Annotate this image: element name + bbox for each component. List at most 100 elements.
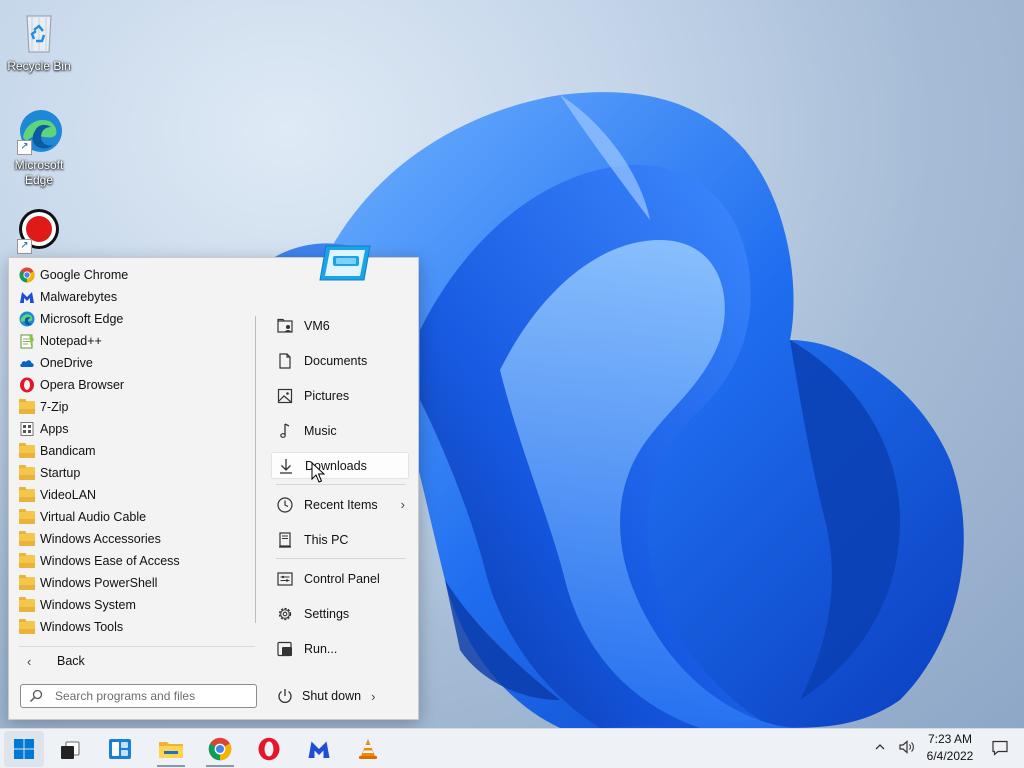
malwarebytes-button[interactable]	[299, 731, 339, 767]
widgets-button[interactable]	[100, 731, 140, 767]
program-item[interactable]: Microsoft Edge	[15, 308, 255, 330]
apps-icon	[19, 421, 35, 437]
edge-icon: ↗	[15, 107, 63, 155]
program-item[interactable]: Notepad++	[15, 330, 255, 352]
place-item-recent-items[interactable]: Recent Items ›	[271, 491, 409, 518]
place-label: Run...	[304, 641, 338, 656]
program-item[interactable]: Apps	[15, 418, 255, 440]
chrome-icon	[208, 737, 232, 761]
place-item-pictures[interactable]: Pictures	[271, 382, 409, 409]
place-item-music[interactable]: Music	[271, 417, 409, 444]
search-input[interactable]	[55, 689, 245, 703]
place-item-documents[interactable]: Documents	[271, 347, 409, 374]
settings-gear-icon	[276, 605, 294, 623]
desktop-icon-recycle-bin[interactable]: Recycle Bin	[1, 8, 77, 74]
program-folder-item[interactable]: Virtual Audio Cable	[15, 506, 255, 528]
program-label: Virtual Audio Cable	[40, 510, 147, 524]
desktop-icon-label: Microsoft Edge	[14, 158, 64, 187]
program-label: Windows Tools	[40, 620, 124, 634]
place-label: Recent Items	[304, 497, 378, 512]
taskbar	[0, 728, 1024, 768]
program-label: Microsoft Edge	[40, 312, 124, 326]
folder-icon	[19, 619, 35, 635]
start-button[interactable]	[4, 731, 44, 767]
back-button[interactable]: ‹ Back	[19, 649, 255, 673]
shut-down-button[interactable]: Shut down ›	[271, 682, 391, 710]
file-explorer-button[interactable]	[151, 731, 191, 767]
place-item-this-pc[interactable]: This PC	[271, 526, 409, 553]
divider	[276, 558, 406, 559]
program-label: VideoLAN	[40, 488, 97, 502]
malwarebytes-icon	[19, 289, 35, 305]
place-item-control-panel[interactable]: Control Panel	[271, 565, 409, 592]
program-item[interactable]: OneDrive	[15, 352, 255, 374]
chevron-right-icon: ›	[400, 497, 405, 512]
divider	[276, 484, 406, 485]
taskbar-clock[interactable]: 7:23 AM 6/4/2022	[920, 731, 980, 765]
program-folder-item[interactable]: Startup	[15, 462, 255, 484]
recycle-bin-icon	[15, 8, 63, 56]
program-label: Malwarebytes	[40, 290, 118, 304]
file-explorer-icon	[159, 742, 183, 758]
control-panel-icon	[276, 570, 294, 588]
desktop-icon-bandicam[interactable]: ↗	[1, 206, 77, 254]
clock-time: 7:23 AM	[927, 732, 973, 746]
program-folder-item[interactable]: Windows System	[15, 594, 255, 616]
program-label: Windows System	[40, 598, 136, 612]
program-item[interactable]: Malwarebytes	[15, 286, 255, 308]
program-label: OneDrive	[40, 356, 93, 370]
folder-icon	[19, 487, 35, 503]
chrome-button[interactable]	[200, 731, 240, 767]
desktop-icon-microsoft-edge[interactable]: ↗ Microsoft Edge	[1, 107, 77, 188]
volume-icon[interactable]	[898, 739, 916, 760]
program-label: Startup	[40, 466, 81, 480]
chevron-right-icon[interactable]: ›	[371, 689, 375, 704]
downloads-icon	[277, 457, 295, 475]
opera-icon	[258, 737, 280, 761]
place-item-user-folder[interactable]: VM6	[271, 312, 409, 339]
folder-icon	[19, 509, 35, 525]
search-box[interactable]	[20, 684, 257, 708]
task-view-button[interactable]	[50, 731, 90, 767]
search-icon	[29, 689, 43, 703]
place-item-settings[interactable]: Settings	[271, 600, 409, 627]
place-label: This PC	[304, 532, 349, 547]
program-label: Opera Browser	[40, 378, 125, 392]
program-label: Apps	[40, 422, 69, 436]
folder-icon	[19, 465, 35, 481]
desktop-icon-label: Recycle Bin	[7, 59, 71, 73]
vlc-button[interactable]	[348, 731, 388, 767]
program-label: Bandicam	[40, 444, 96, 458]
place-label: Pictures	[304, 388, 350, 403]
place-item-downloads[interactable]: Downloads	[271, 452, 409, 479]
task-view-icon	[61, 741, 80, 759]
back-label: Back	[57, 654, 85, 668]
program-folder-item[interactable]: 7-Zip	[15, 396, 255, 418]
program-item[interactable]: Google Chrome	[15, 264, 255, 286]
folder-icon	[19, 531, 35, 547]
clock-date: 6/4/2022	[926, 749, 974, 763]
chevron-up-icon[interactable]	[874, 741, 886, 756]
program-label: Notepad++	[40, 334, 102, 348]
program-item[interactable]: Opera Browser	[15, 374, 255, 396]
mouse-cursor-icon	[311, 462, 325, 483]
program-folder-item[interactable]: Windows Ease of Access	[15, 550, 255, 572]
divider	[19, 646, 255, 647]
program-folder-item[interactable]: Windows PowerShell	[15, 572, 255, 594]
program-folder-item[interactable]: Windows Tools	[15, 616, 255, 638]
edge-icon	[19, 311, 35, 327]
folder-icon	[19, 443, 35, 459]
folder-icon	[19, 399, 35, 415]
shortcut-arrow-icon: ↗	[17, 239, 32, 254]
notifications-icon[interactable]	[991, 739, 1009, 762]
opera-button[interactable]	[249, 731, 289, 767]
music-icon	[276, 422, 294, 440]
start-menu: Google Chrome Malwarebytes Microsoft Edg…	[8, 245, 419, 720]
program-folder-item[interactable]: VideoLAN	[15, 484, 255, 506]
program-folder-item[interactable]: Windows Accessories	[15, 528, 255, 550]
user-picture-icon[interactable]	[318, 244, 372, 282]
place-label: Settings	[304, 606, 350, 621]
place-item-run[interactable]: Run...	[271, 635, 409, 662]
program-folder-item[interactable]: Bandicam	[15, 440, 255, 462]
chrome-icon	[19, 267, 35, 283]
